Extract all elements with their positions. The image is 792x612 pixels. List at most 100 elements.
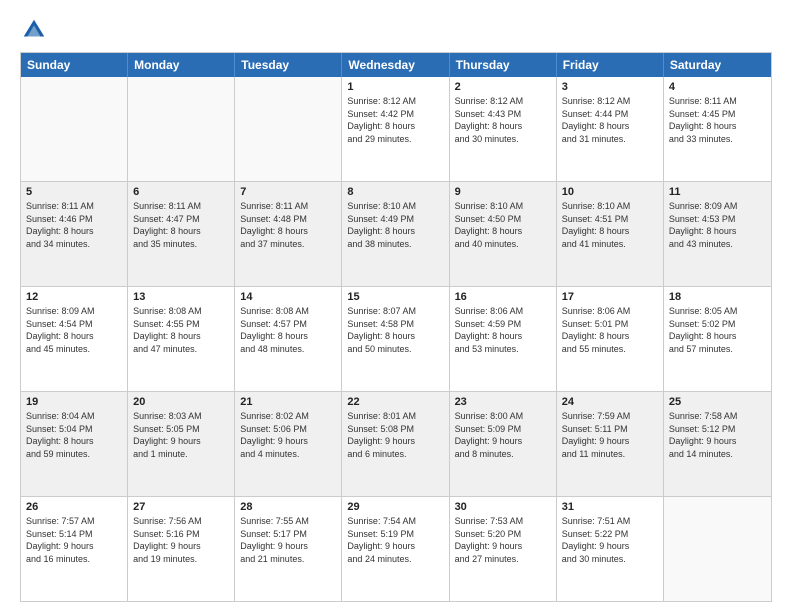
day-number: 31 xyxy=(562,501,658,513)
day-number: 22 xyxy=(347,396,443,408)
table-row: 14 Sunrise: 8:08 AMSunset: 4:57 PMDayligh… xyxy=(235,287,342,391)
table-row: 24 Sunrise: 7:59 AMSunset: 5:11 PMDayligh… xyxy=(557,392,664,496)
calendar-header: SundayMondayTuesdayWednesdayThursdayFrid… xyxy=(21,53,771,77)
table-row: 22 Sunrise: 8:01 AMSunset: 5:08 PMDayligh… xyxy=(342,392,449,496)
table-row: 19 Sunrise: 8:04 AMSunset: 5:04 PMDayligh… xyxy=(21,392,128,496)
cell-info: Sunrise: 7:51 AMSunset: 5:22 PMDaylight:… xyxy=(562,515,658,565)
logo xyxy=(20,16,52,44)
calendar-row-4: 19 Sunrise: 8:04 AMSunset: 5:04 PMDayligh… xyxy=(21,392,771,497)
day-number: 15 xyxy=(347,291,443,303)
cell-info: Sunrise: 8:12 AMSunset: 4:44 PMDaylight:… xyxy=(562,95,658,145)
day-number: 1 xyxy=(347,81,443,93)
cell-info: Sunrise: 7:53 AMSunset: 5:20 PMDaylight:… xyxy=(455,515,551,565)
cell-info: Sunrise: 8:10 AMSunset: 4:49 PMDaylight:… xyxy=(347,200,443,250)
cell-info: Sunrise: 7:54 AMSunset: 5:19 PMDaylight:… xyxy=(347,515,443,565)
day-header-saturday: Saturday xyxy=(664,53,771,77)
table-row: 9 Sunrise: 8:10 AMSunset: 4:50 PMDaylight… xyxy=(450,182,557,286)
cell-info: Sunrise: 8:05 AMSunset: 5:02 PMDaylight:… xyxy=(669,305,766,355)
table-row xyxy=(664,497,771,601)
day-number: 20 xyxy=(133,396,229,408)
day-number: 24 xyxy=(562,396,658,408)
cell-info: Sunrise: 8:09 AMSunset: 4:53 PMDaylight:… xyxy=(669,200,766,250)
cell-info: Sunrise: 8:06 AMSunset: 4:59 PMDaylight:… xyxy=(455,305,551,355)
day-number: 14 xyxy=(240,291,336,303)
logo-icon xyxy=(20,16,48,44)
cell-info: Sunrise: 8:11 AMSunset: 4:48 PMDaylight:… xyxy=(240,200,336,250)
table-row: 28 Sunrise: 7:55 AMSunset: 5:17 PMDayligh… xyxy=(235,497,342,601)
cell-info: Sunrise: 8:04 AMSunset: 5:04 PMDaylight:… xyxy=(26,410,122,460)
calendar: SundayMondayTuesdayWednesdayThursdayFrid… xyxy=(20,52,772,602)
cell-info: Sunrise: 7:59 AMSunset: 5:11 PMDaylight:… xyxy=(562,410,658,460)
table-row: 23 Sunrise: 8:00 AMSunset: 5:09 PMDayligh… xyxy=(450,392,557,496)
header xyxy=(20,16,772,44)
cell-info: Sunrise: 8:03 AMSunset: 5:05 PMDaylight:… xyxy=(133,410,229,460)
table-row: 16Sunrise: 8:06 AMSunset: 4:59 PMDayligh… xyxy=(450,287,557,391)
table-row: 4 Sunrise: 8:11 AMSunset: 4:45 PMDaylight… xyxy=(664,77,771,181)
cell-info: Sunrise: 8:01 AMSunset: 5:08 PMDaylight:… xyxy=(347,410,443,460)
day-number: 8 xyxy=(347,186,443,198)
table-row: 2Sunrise: 8:12 AMSunset: 4:43 PMDaylight… xyxy=(450,77,557,181)
table-row: 31 Sunrise: 7:51 AMSunset: 5:22 PMDayligh… xyxy=(557,497,664,601)
table-row: 6 Sunrise: 8:11 AMSunset: 4:47 PMDaylight… xyxy=(128,182,235,286)
cell-info: Sunrise: 8:07 AMSunset: 4:58 PMDaylight:… xyxy=(347,305,443,355)
day-number: 18 xyxy=(669,291,766,303)
day-number: 17 xyxy=(562,291,658,303)
calendar-row-2: 5Sunrise: 8:11 AMSunset: 4:46 PMDaylight… xyxy=(21,182,771,287)
day-number: 28 xyxy=(240,501,336,513)
day-header-thursday: Thursday xyxy=(450,53,557,77)
cell-info: Sunrise: 8:09 AMSunset: 4:54 PMDaylight:… xyxy=(26,305,122,355)
day-number: 11 xyxy=(669,186,766,198)
day-header-monday: Monday xyxy=(128,53,235,77)
day-number: 23 xyxy=(455,396,551,408)
table-row: 26Sunrise: 7:57 AMSunset: 5:14 PMDayligh… xyxy=(21,497,128,601)
table-row: 8 Sunrise: 8:10 AMSunset: 4:49 PMDaylight… xyxy=(342,182,449,286)
cell-info: Sunrise: 7:55 AMSunset: 5:17 PMDaylight:… xyxy=(240,515,336,565)
cell-info: Sunrise: 8:10 AMSunset: 4:51 PMDaylight:… xyxy=(562,200,658,250)
calendar-row-5: 26Sunrise: 7:57 AMSunset: 5:14 PMDayligh… xyxy=(21,497,771,601)
table-row: 10 Sunrise: 8:10 AMSunset: 4:51 PMDayligh… xyxy=(557,182,664,286)
table-row: 30Sunrise: 7:53 AMSunset: 5:20 PMDayligh… xyxy=(450,497,557,601)
day-number: 27 xyxy=(133,501,229,513)
day-header-friday: Friday xyxy=(557,53,664,77)
day-number: 4 xyxy=(669,81,766,93)
day-number: 25 xyxy=(669,396,766,408)
day-number: 3 xyxy=(562,81,658,93)
table-row xyxy=(128,77,235,181)
table-row: 29 Sunrise: 7:54 AMSunset: 5:19 PMDayligh… xyxy=(342,497,449,601)
table-row: 17 Sunrise: 8:06 AMSunset: 5:01 PMDayligh… xyxy=(557,287,664,391)
day-number: 9 xyxy=(455,186,551,198)
cell-info: Sunrise: 8:08 AMSunset: 4:57 PMDaylight:… xyxy=(240,305,336,355)
cell-info: Sunrise: 8:08 AMSunset: 4:55 PMDaylight:… xyxy=(133,305,229,355)
cell-info: Sunrise: 8:12 AMSunset: 4:42 PMDaylight:… xyxy=(347,95,443,145)
day-number: 19 xyxy=(26,396,122,408)
cell-info: Sunrise: 8:11 AMSunset: 4:47 PMDaylight:… xyxy=(133,200,229,250)
table-row: 20 Sunrise: 8:03 AMSunset: 5:05 PMDayligh… xyxy=(128,392,235,496)
cell-info: Sunrise: 8:12 AMSunset: 4:43 PMDaylight:… xyxy=(455,95,551,145)
table-row: 18 Sunrise: 8:05 AMSunset: 5:02 PMDayligh… xyxy=(664,287,771,391)
day-number: 7 xyxy=(240,186,336,198)
cell-info: Sunrise: 8:10 AMSunset: 4:50 PMDaylight:… xyxy=(455,200,551,250)
table-row: 21Sunrise: 8:02 AMSunset: 5:06 PMDayligh… xyxy=(235,392,342,496)
page: SundayMondayTuesdayWednesdayThursdayFrid… xyxy=(0,0,792,612)
calendar-body: 1 Sunrise: 8:12 AMSunset: 4:42 PMDaylight… xyxy=(21,77,771,601)
table-row: 3 Sunrise: 8:12 AMSunset: 4:44 PMDaylight… xyxy=(557,77,664,181)
table-row: 7 Sunrise: 8:11 AMSunset: 4:48 PMDaylight… xyxy=(235,182,342,286)
day-number: 10 xyxy=(562,186,658,198)
day-number: 29 xyxy=(347,501,443,513)
day-number: 13 xyxy=(133,291,229,303)
day-header-tuesday: Tuesday xyxy=(235,53,342,77)
calendar-row-3: 12Sunrise: 8:09 AMSunset: 4:54 PMDayligh… xyxy=(21,287,771,392)
day-header-sunday: Sunday xyxy=(21,53,128,77)
table-row: 5Sunrise: 8:11 AMSunset: 4:46 PMDaylight… xyxy=(21,182,128,286)
table-row: 25 Sunrise: 7:58 AMSunset: 5:12 PMDayligh… xyxy=(664,392,771,496)
day-header-wednesday: Wednesday xyxy=(342,53,449,77)
day-number: 6 xyxy=(133,186,229,198)
cell-info: Sunrise: 7:58 AMSunset: 5:12 PMDaylight:… xyxy=(669,410,766,460)
cell-info: Sunrise: 8:00 AMSunset: 5:09 PMDaylight:… xyxy=(455,410,551,460)
day-number: 26 xyxy=(26,501,122,513)
cell-info: Sunrise: 8:11 AMSunset: 4:45 PMDaylight:… xyxy=(669,95,766,145)
cell-info: Sunrise: 8:02 AMSunset: 5:06 PMDaylight:… xyxy=(240,410,336,460)
table-row: 1 Sunrise: 8:12 AMSunset: 4:42 PMDaylight… xyxy=(342,77,449,181)
table-row xyxy=(235,77,342,181)
cell-info: Sunrise: 8:06 AMSunset: 5:01 PMDaylight:… xyxy=(562,305,658,355)
